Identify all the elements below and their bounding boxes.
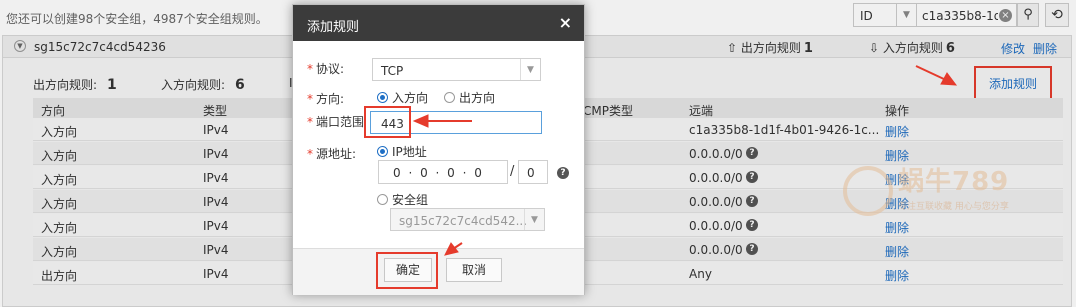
close-icon[interactable]: × <box>559 13 572 32</box>
confirm-highlight-box <box>376 252 438 289</box>
chevron-down-icon: ▼ <box>520 59 540 80</box>
source-sg-radio[interactable]: 安全组 <box>377 191 428 208</box>
port-label: * 端口范围 <box>307 115 365 129</box>
cancel-button[interactable]: 取消 <box>446 258 502 282</box>
source-ip-label: IP地址 <box>392 145 427 159</box>
radio-selected-icon <box>377 92 388 103</box>
direction-outbound-label: 出方向 <box>459 91 496 105</box>
dialog-footer <box>293 248 584 295</box>
protocol-value: TCP <box>381 64 404 78</box>
ip-address-value: 0 · 0 · 0 · 0 <box>393 166 484 180</box>
radio-selected-icon <box>377 146 388 157</box>
port-highlight-box <box>364 106 411 138</box>
radio-icon <box>444 92 455 103</box>
security-group-select[interactable]: sg15c72c7c4cd542... ▼ <box>390 208 545 231</box>
direction-label: * 方向: <box>307 92 345 106</box>
source-ip-radio[interactable]: IP地址 <box>377 143 427 160</box>
cidr-mask-value: 0 <box>527 166 535 180</box>
dialog-header: 添加规则 × <box>293 5 584 41</box>
protocol-label: * 协议: <box>307 62 345 76</box>
dialog-title: 添加规则 <box>307 20 360 35</box>
chevron-down-icon: ▼ <box>524 209 544 230</box>
source-label: * 源地址: <box>307 147 357 161</box>
source-label-text: 源地址: <box>316 147 357 161</box>
source-sg-label: 安全组 <box>392 193 429 207</box>
protocol-select[interactable]: TCP ▼ <box>372 58 541 81</box>
cidr-slash: / <box>510 164 515 179</box>
direction-outbound-radio[interactable]: 出方向 <box>444 89 495 106</box>
ip-address-input[interactable]: 0 · 0 · 0 · 0 <box>378 160 508 184</box>
port-label-text: 端口范围 <box>316 115 365 129</box>
help-icon[interactable]: ? <box>557 167 569 179</box>
direction-inbound-label: 入方向 <box>392 91 429 105</box>
direction-inbound-radio[interactable]: 入方向 <box>377 89 428 106</box>
protocol-label-text: 协议: <box>316 62 345 76</box>
cidr-mask-input[interactable]: 0 <box>518 160 548 184</box>
direction-label-text: 方向: <box>316 92 345 106</box>
radio-icon <box>377 194 388 205</box>
security-group-select-value: sg15c72c7c4cd542... <box>399 214 528 228</box>
